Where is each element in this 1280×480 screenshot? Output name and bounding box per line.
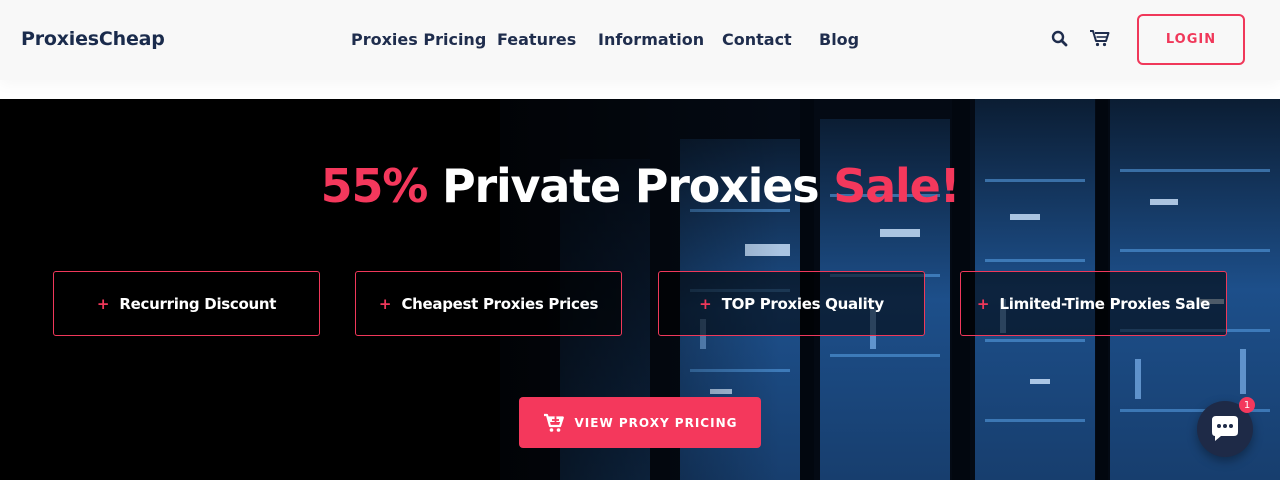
view-proxy-pricing-button[interactable]: VIEW PROXY PRICING xyxy=(519,397,761,448)
headline-percent: 55% xyxy=(320,159,429,213)
nav-item-proxies-pricing[interactable]: Proxies Pricing xyxy=(351,30,486,49)
site-logo[interactable]: ProxiesCheap xyxy=(21,28,165,50)
feature-label: Recurring Discount xyxy=(119,294,277,313)
feature-card-limited-time-sale[interactable]: + Limited-Time Proxies Sale xyxy=(960,271,1227,336)
feature-label: Cheapest Proxies Prices xyxy=(401,294,599,313)
nav-item-features[interactable]: Features xyxy=(497,30,576,49)
cart-plus-icon xyxy=(543,413,564,432)
nav-item-information[interactable]: Information xyxy=(598,30,704,49)
hero-banner: 55% Private Proxies Sale! + Recurring Di… xyxy=(0,99,1280,480)
headline-middle: Private Proxies xyxy=(441,159,820,213)
login-button[interactable]: LOGIN xyxy=(1137,14,1245,65)
hero-headline: 55% Private Proxies Sale! xyxy=(0,159,1280,213)
feature-label: TOP Proxies Quality xyxy=(721,294,884,313)
nav-item-blog[interactable]: Blog xyxy=(819,30,859,49)
plus-icon: + xyxy=(699,294,712,313)
plus-icon: + xyxy=(378,294,392,313)
headline-sale: Sale! xyxy=(833,159,960,213)
feature-card-recurring-discount[interactable]: + Recurring Discount xyxy=(53,271,320,336)
cart-button[interactable] xyxy=(1089,28,1111,48)
plus-icon: + xyxy=(96,294,110,313)
cta-label: VIEW PROXY PRICING xyxy=(574,415,738,430)
search-icon xyxy=(1051,30,1068,47)
feature-label: Limited-Time Proxies Sale xyxy=(999,294,1211,313)
site-header: ProxiesCheap Proxies Pricing Features In… xyxy=(0,0,1280,80)
chat-notification-badge: 1 xyxy=(1239,397,1255,413)
nav-item-contact[interactable]: Contact xyxy=(722,30,792,49)
cart-icon xyxy=(1090,30,1110,47)
search-button[interactable] xyxy=(1050,29,1070,49)
plus-icon: + xyxy=(976,294,990,313)
feature-card-top-quality[interactable]: + TOP Proxies Quality xyxy=(658,271,925,336)
feature-card-cheapest-prices[interactable]: + Cheapest Proxies Prices xyxy=(355,271,622,336)
